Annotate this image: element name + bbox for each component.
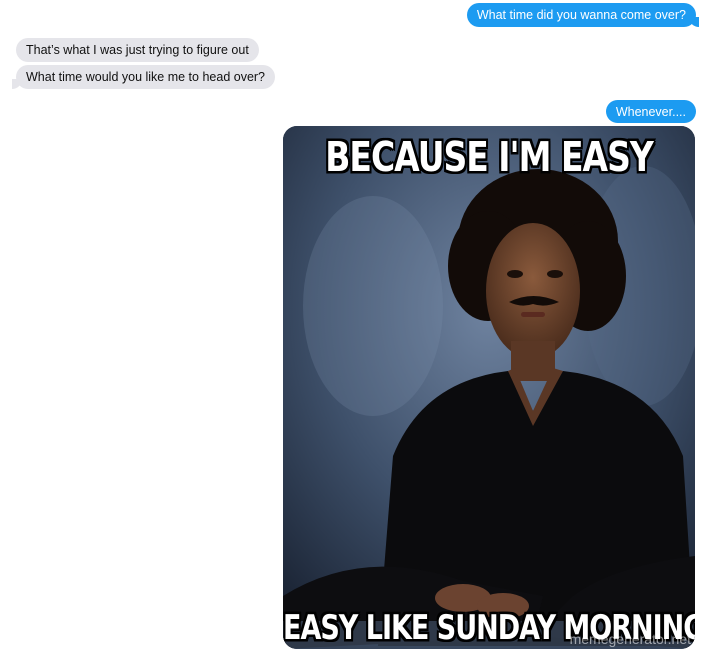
message-text: What time did you wanna come over? (476, 8, 686, 22)
sent-message-bubble[interactable]: What time did you wanna come over? (466, 3, 696, 27)
bubble-tail (12, 79, 22, 89)
sent-message-bubble[interactable]: Whenever.... (605, 100, 696, 123)
meme-watermark: memegenerator.net (569, 631, 691, 647)
message-text: What time would you like me to head over… (26, 70, 266, 84)
bubble-tail (689, 17, 699, 27)
message-text: That’s what I was just trying to figure … (26, 43, 249, 57)
message-text: Whenever.... (615, 105, 686, 119)
received-message-bubble[interactable]: What time would you like me to head over… (16, 65, 276, 89)
meme-image-attachment[interactable]: BECAUSE I'M EASY EASY LIKE SUNDAY MORNIN… (283, 126, 695, 649)
meme-top-text: BECAUSE I'M EASY (325, 132, 654, 181)
meme-photo (283, 126, 695, 649)
message-thread: What time did you wanna come over? That’… (0, 0, 704, 657)
received-message-bubble[interactable]: That’s what I was just trying to figure … (16, 38, 259, 62)
